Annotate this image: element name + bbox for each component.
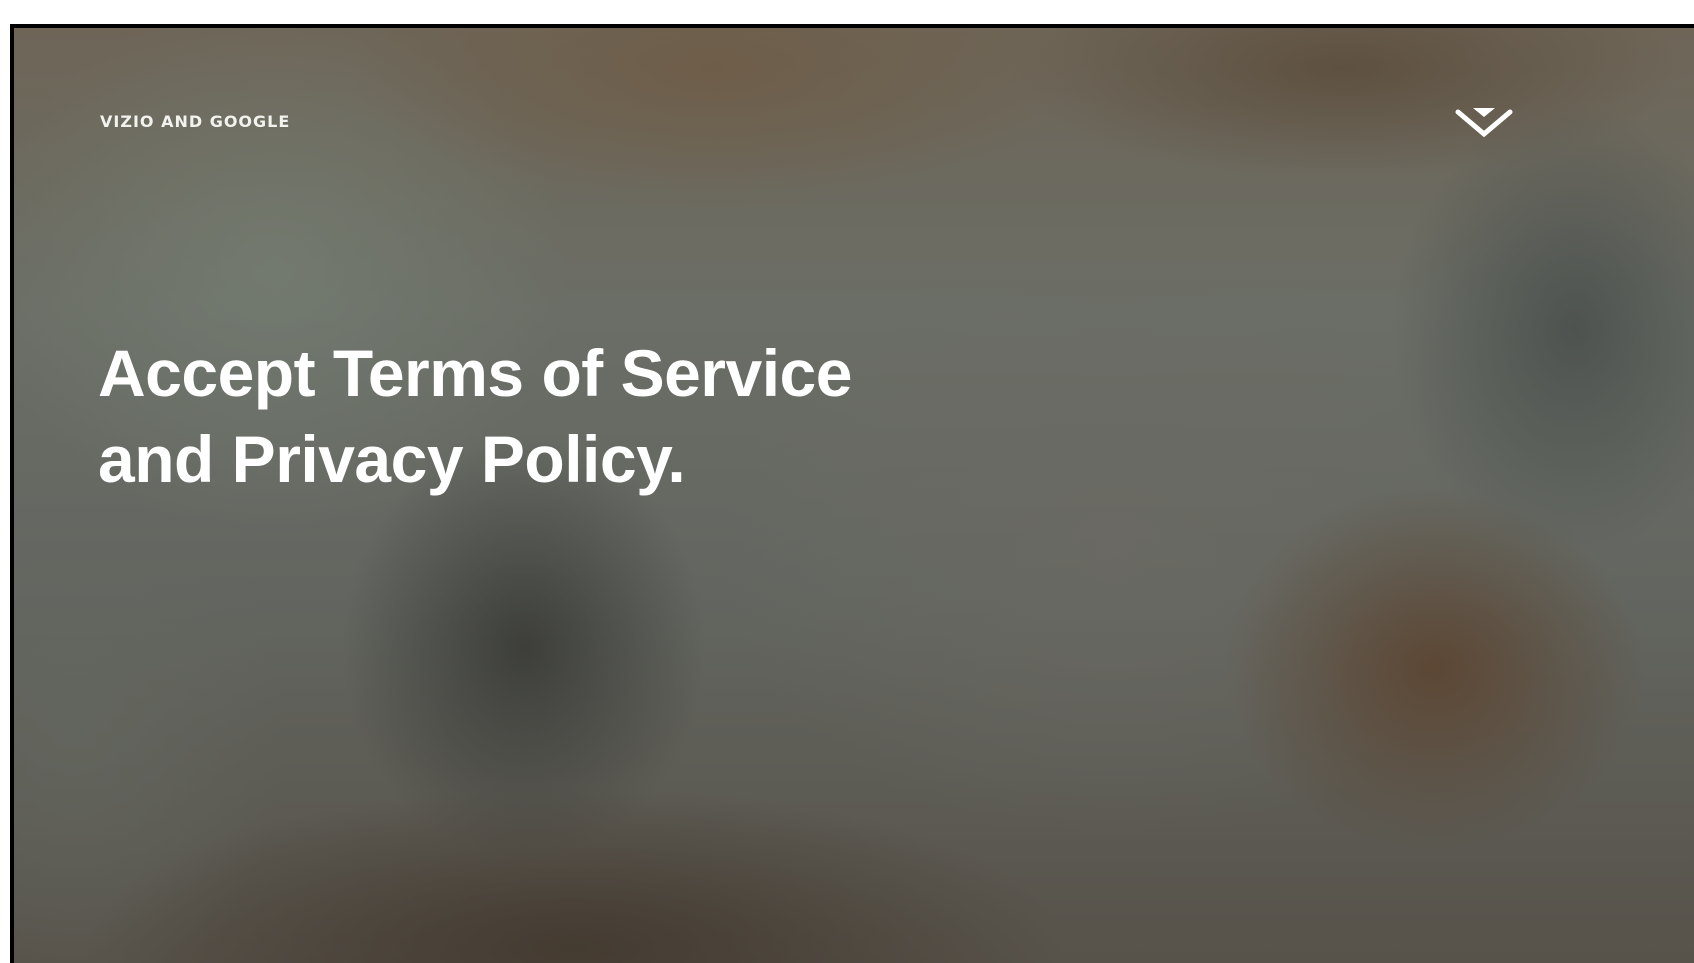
page-title-line-1: Accept Terms of Service — [98, 336, 852, 410]
page-title: Accept Terms of Service and Privacy Poli… — [98, 330, 998, 502]
page-title-line-2: and Privacy Policy. — [98, 422, 686, 496]
vizio-v-chevron-icon — [1455, 108, 1513, 138]
tv-screen-frame: VIZIO AND GOOGLE Accept Terms of Service… — [10, 24, 1694, 963]
brand-label: VIZIO AND GOOGLE — [100, 112, 291, 131]
